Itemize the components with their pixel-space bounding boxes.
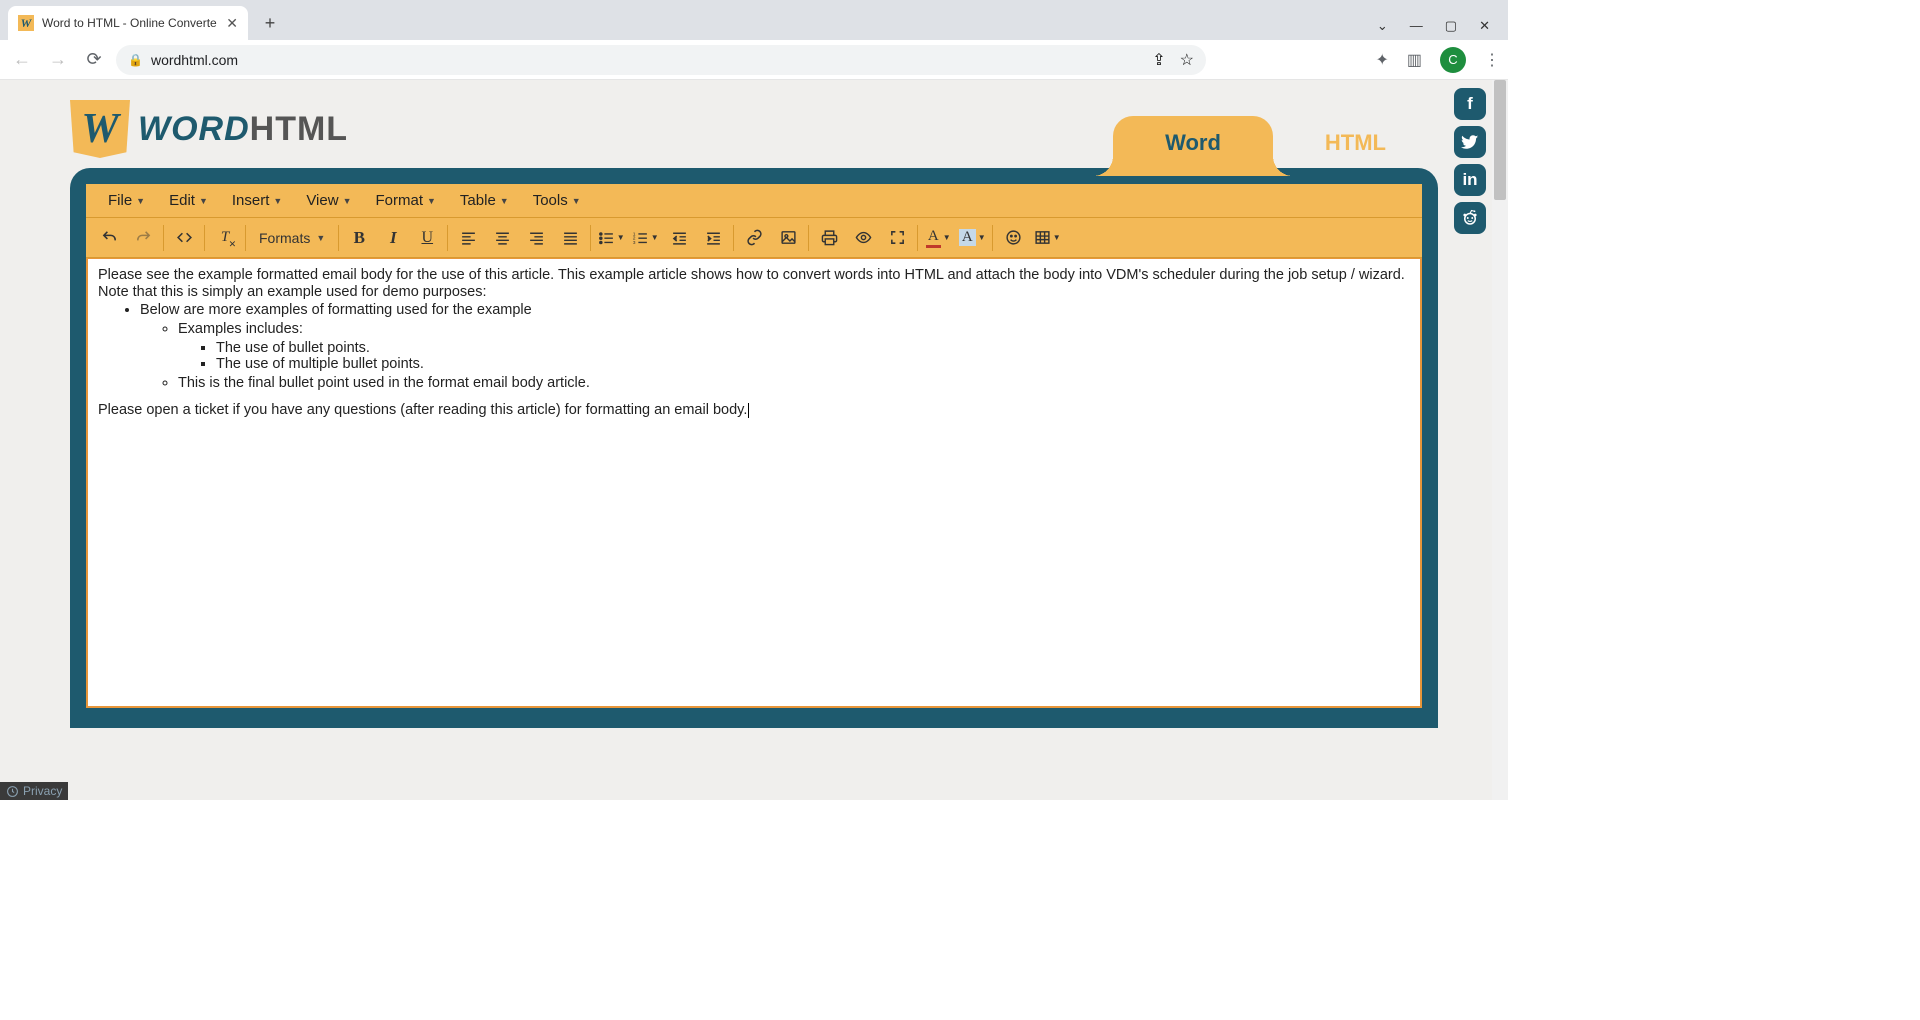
logo-word: WORD: [138, 110, 250, 148]
lock-icon: 🔒: [128, 53, 143, 67]
italic-icon[interactable]: I: [376, 222, 410, 254]
site-logo[interactable]: W WORDHTML: [70, 100, 348, 158]
paragraph: Please open a ticket if you have any que…: [98, 402, 1410, 419]
link-icon[interactable]: [737, 222, 771, 254]
image-icon[interactable]: [771, 222, 805, 254]
bold-icon[interactable]: B: [342, 222, 376, 254]
menu-tools[interactable]: Tools▼: [521, 186, 593, 215]
redo-icon[interactable]: [126, 222, 160, 254]
share-icon[interactable]: ⇪: [1152, 50, 1165, 70]
highlight-color-icon[interactable]: A▼: [955, 222, 989, 254]
page-body: W WORDHTML f in Word HTML File▼ Edit▼ In…: [0, 80, 1508, 800]
view-tabs: Word HTML: [1113, 116, 1438, 176]
browser-tab-strip: W Word to HTML - Online Converte ✕ + ⌄ —…: [0, 0, 1508, 40]
align-justify-icon[interactable]: [553, 222, 587, 254]
paragraph: Please see the example formatted email b…: [98, 267, 1410, 300]
undo-icon[interactable]: [92, 222, 126, 254]
chevron-down-icon[interactable]: ⌄: [1377, 18, 1388, 34]
favicon-icon: W: [18, 15, 34, 31]
source-code-icon[interactable]: [167, 222, 201, 254]
maximize-icon[interactable]: ▢: [1445, 18, 1457, 34]
align-right-icon[interactable]: [519, 222, 553, 254]
logo-html: HTML: [250, 110, 348, 148]
outdent-icon[interactable]: [662, 222, 696, 254]
table-icon[interactable]: ▼: [1030, 222, 1064, 254]
menubar: File▼ Edit▼ Insert▼ View▼ Format▼ Table▼…: [86, 184, 1422, 218]
tab-html[interactable]: HTML: [1273, 116, 1438, 176]
formats-dropdown[interactable]: Formats▼: [249, 222, 335, 254]
minimize-icon[interactable]: —: [1410, 18, 1423, 34]
extensions-icon[interactable]: ✦: [1375, 50, 1388, 70]
linkedin-icon[interactable]: in: [1454, 164, 1486, 196]
list-item: This is the final bullet point used in t…: [178, 375, 1410, 392]
preview-icon[interactable]: [846, 222, 880, 254]
menu-file[interactable]: File▼: [96, 186, 157, 215]
list-item: The use of multiple bullet points.: [216, 356, 1410, 373]
emoji-icon[interactable]: [996, 222, 1030, 254]
underline-icon[interactable]: U: [410, 222, 444, 254]
list-item: Below are more examples of formatting us…: [140, 302, 1410, 391]
svg-text:3: 3: [633, 240, 636, 246]
menu-table[interactable]: Table▼: [448, 186, 521, 215]
clear-formatting-icon[interactable]: T✕: [208, 222, 242, 254]
scrollbar-thumb[interactable]: [1494, 80, 1506, 200]
address-bar: ← → ⟳ 🔒 wordhtml.com ⇪ ☆ ✦ ▥ C ⋮: [0, 40, 1508, 80]
twitter-icon[interactable]: [1454, 126, 1486, 158]
menu-format[interactable]: Format▼: [363, 186, 447, 215]
privacy-badge[interactable]: Privacy: [0, 782, 68, 800]
menu-icon[interactable]: ⋮: [1484, 50, 1500, 70]
close-window-icon[interactable]: ✕: [1479, 18, 1490, 34]
reddit-icon[interactable]: [1454, 202, 1486, 234]
toolbar: T✕ Formats▼ B I U ▼ 123▼ A▼: [86, 218, 1422, 258]
indent-icon[interactable]: [696, 222, 730, 254]
list-item: Examples includes: The use of bullet poi…: [178, 321, 1410, 373]
close-tab-icon[interactable]: ✕: [226, 15, 238, 32]
bullet-list-icon[interactable]: ▼: [594, 222, 628, 254]
bookmark-icon[interactable]: ☆: [1180, 50, 1194, 70]
align-left-icon[interactable]: [451, 222, 485, 254]
text-color-icon[interactable]: A▼: [921, 222, 955, 254]
editor-container: Word HTML File▼ Edit▼ Insert▼ View▼ Form…: [70, 168, 1438, 728]
list-item: The use of bullet points.: [216, 340, 1410, 357]
new-tab-button[interactable]: +: [256, 9, 284, 37]
sidepanel-icon[interactable]: ▥: [1407, 50, 1422, 70]
print-icon[interactable]: [812, 222, 846, 254]
reload-button[interactable]: ⟳: [80, 46, 108, 74]
tab-word[interactable]: Word: [1113, 116, 1273, 176]
menu-view[interactable]: View▼: [294, 186, 363, 215]
social-links: f in: [1454, 88, 1486, 234]
menu-edit[interactable]: Edit▼: [157, 186, 220, 215]
forward-button[interactable]: →: [44, 46, 72, 74]
omnibox[interactable]: 🔒 wordhtml.com ⇪ ☆: [116, 45, 1206, 75]
numbered-list-icon[interactable]: 123▼: [628, 222, 662, 254]
browser-tab[interactable]: W Word to HTML - Online Converte ✕: [8, 6, 248, 40]
url-text: wordhtml.com: [151, 52, 238, 68]
fullscreen-icon[interactable]: [880, 222, 914, 254]
logo-badge-icon: W: [70, 100, 130, 158]
scrollbar-track[interactable]: [1492, 80, 1508, 800]
menu-insert[interactable]: Insert▼: [220, 186, 294, 215]
facebook-icon[interactable]: f: [1454, 88, 1486, 120]
back-button[interactable]: ←: [8, 46, 36, 74]
window-controls: ⌄ — ▢ ✕: [1377, 18, 1508, 40]
profile-avatar[interactable]: C: [1440, 47, 1466, 73]
editor-area[interactable]: Please see the example formatted email b…: [86, 258, 1422, 708]
tab-title: Word to HTML - Online Converte: [42, 16, 217, 30]
align-center-icon[interactable]: [485, 222, 519, 254]
